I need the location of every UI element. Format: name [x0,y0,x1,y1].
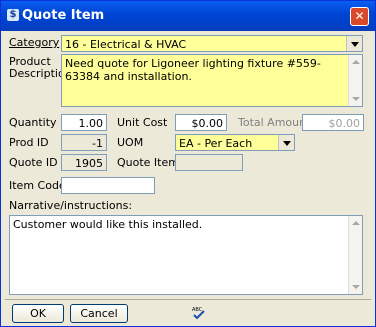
window-title: Quote Item [22,8,105,23]
uom-value: EA - Per Each [179,137,253,150]
divider [5,299,371,300]
category-label: Category [9,36,60,49]
quote-item-window: $ Quote Item ✕ Category 16 - Electrical … [0,0,376,327]
title-bar[interactable]: $ Quote Item ✕ [1,1,375,31]
quote-id-field: 1905 [61,154,107,171]
svg-text:ABC: ABC [192,307,203,313]
item-code-input[interactable] [61,177,155,194]
narrative-label: Narrative/instructions: [9,199,133,212]
item-code-label: Item Code [9,179,66,192]
total-amount-label: Total Amount [238,116,311,129]
category-dropdown-button[interactable] [346,36,362,51]
scroll-up-icon[interactable] [349,55,362,69]
narrative-scrollbar[interactable] [348,216,362,294]
scroll-up-icon[interactable] [349,216,362,230]
narrative-input[interactable]: Customer would like this installed. [9,215,363,295]
narrative-value: Customer would like this installed. [13,218,203,231]
spellcheck-button[interactable]: ABC [191,305,207,321]
scroll-down-icon[interactable] [349,92,362,106]
category-select[interactable]: 16 - Electrical & HVAC [61,35,363,52]
unit-cost-input[interactable]: $0.00 [175,114,227,131]
spellcheck-icon: ABC [192,307,205,320]
quote-id-label: Quote ID [9,156,58,169]
product-description-label: Product Description [9,55,72,80]
prod-id-label: Prod ID [9,136,49,149]
total-amount-field: $0.00 [302,114,364,131]
product-description-input[interactable]: Need quote for Ligoneer lighting fixture… [61,54,363,107]
description-scrollbar[interactable] [348,55,362,106]
uom-label: UOM [117,136,144,149]
unit-cost-label: Unit Cost [117,116,168,129]
scroll-down-icon[interactable] [349,280,362,294]
cancel-button[interactable]: Cancel [70,304,128,323]
uom-dropdown-button[interactable] [278,135,294,150]
app-icon: $ [7,9,19,21]
quantity-input[interactable]: 1.00 [61,114,107,131]
quote-item-id-field [175,154,243,171]
prod-id-field: -1 [61,134,107,151]
close-button[interactable]: ✕ [350,7,369,26]
quantity-label: Quantity [9,116,57,129]
category-value: 16 - Electrical & HVAC [65,38,187,51]
close-icon: ✕ [354,9,365,23]
product-description-value: Need quote for Ligoneer lighting fixture… [65,57,321,83]
uom-select[interactable]: EA - Per Each [175,134,295,151]
ok-button[interactable]: OK [12,304,64,323]
